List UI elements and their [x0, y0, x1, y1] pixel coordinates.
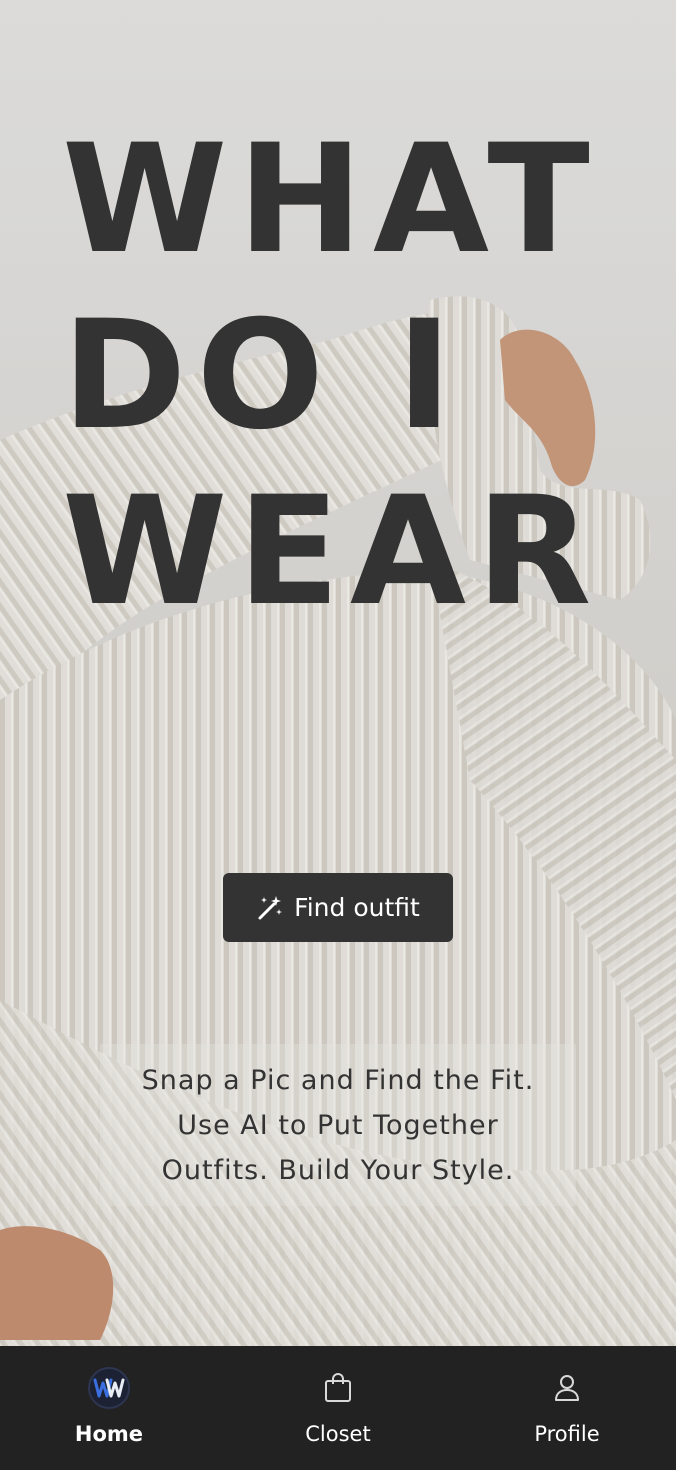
headline-line-3: WEAR [62, 465, 602, 639]
hero-headline: WHAT DO I WEAR [62, 112, 602, 640]
nav-label-profile: Profile [534, 1422, 600, 1446]
find-outfit-label: Find outfit [294, 893, 420, 922]
bottom-navigation: Home Closet Profile [0, 1346, 676, 1470]
nav-item-home[interactable]: Home [46, 1346, 172, 1470]
nav-item-profile[interactable]: Profile [504, 1346, 630, 1470]
user-icon [545, 1366, 589, 1410]
shopping-bag-icon [316, 1366, 360, 1410]
tagline: Snap a Pic and Find the Fit. Use AI to P… [142, 1058, 535, 1193]
find-outfit-button[interactable]: Find outfit [223, 873, 453, 942]
nav-label-closet: Closet [305, 1422, 371, 1446]
headline-line-2: DO I [62, 289, 463, 463]
tagline-panel: Snap a Pic and Find the Fit. Use AI to P… [100, 1044, 576, 1206]
magic-wand-icon [256, 894, 284, 922]
logo-icon [88, 1367, 130, 1409]
nav-item-closet[interactable]: Closet [275, 1346, 401, 1470]
nav-label-home: Home [74, 1422, 144, 1446]
tagline-line-1: Snap a Pic and Find the Fit. [141, 1064, 535, 1096]
headline-line-1: WHAT [62, 113, 600, 287]
tagline-line-3: Outfits. Build Your Style. [161, 1154, 515, 1186]
tagline-line-2: Use AI to Put Together [177, 1109, 499, 1141]
home-screen: WHAT DO I WEAR Find outfit Snap a Pic an… [0, 0, 676, 1470]
